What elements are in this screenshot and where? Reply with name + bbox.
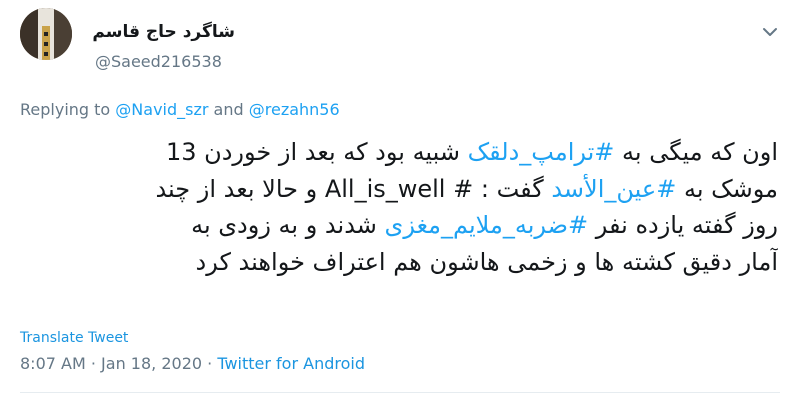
meta-separator: · [90,354,96,373]
replying-to: Replying to @Navid_szr and @rezahn56 [20,100,340,119]
tweet-text-segment: شدند و به زودی به [191,211,385,239]
tweet-text-segment: شبیه بود که بعد از خوردن 13 [165,138,468,166]
tweet-text-segment: گفت : [473,174,552,203]
tweet-text-segment: روز گفته یازده نفر [588,211,778,239]
reply-user-link[interactable]: @Navid_szr [115,100,208,119]
tweet-text: اون که میگی به #ترامپ_دلقک شبیه بود که ب… [22,134,778,280]
tweet-text-segment: و حالا بعد از چند [155,174,325,203]
hashtag-link[interactable]: #ضربه_ملایم_مغزی [385,211,589,239]
replying-to-label: Replying to [20,100,111,119]
author-handle[interactable]: @Saeed216538 [95,52,222,71]
hashtag-link[interactable]: #ترامپ_دلقک [468,138,615,166]
hashtag-link[interactable]: #عین_الأسد [551,175,676,203]
meta-separator: · [207,354,213,373]
tweet-line: موشک به #عین_الأسد گفت : All_is_well # و… [22,171,778,208]
avatar[interactable] [20,8,72,60]
tweet-time[interactable]: 8:07 AM [20,354,86,373]
chevron-down-icon[interactable] [758,20,782,44]
tweet-text-segment: اون که میگی به [614,138,778,166]
tweet-meta: 8:07 AM · Jan 18, 2020 · Twitter for And… [20,354,365,373]
reply-user-link[interactable]: @rezahn56 [249,100,340,119]
avatar-image [20,8,72,60]
replying-to-conjunction: and [213,100,244,119]
tweet-date[interactable]: Jan 18, 2020 [101,354,202,373]
tweet-text-segment: آمار دقیق کشته ها و زخمی هاشون هم اعتراف… [195,247,778,276]
tweet-text-segment: All_is_well # [324,174,474,203]
tweet-line: روز گفته یازده نفر #ضربه_ملایم_مغزی شدند… [22,207,778,244]
divider [20,392,780,393]
tweet-line: اون که میگی به #ترامپ_دلقک شبیه بود که ب… [22,134,778,171]
tweet-text-segment: موشک به [676,174,778,203]
author-display-name[interactable]: شاگرد حاج قاسم [92,22,235,42]
tweet-line: آمار دقیق کشته ها و زخمی هاشون هم اعتراف… [22,244,778,281]
tweet-source-link[interactable]: Twitter for Android [217,354,365,373]
translate-tweet-link[interactable]: Translate Tweet [20,330,128,346]
